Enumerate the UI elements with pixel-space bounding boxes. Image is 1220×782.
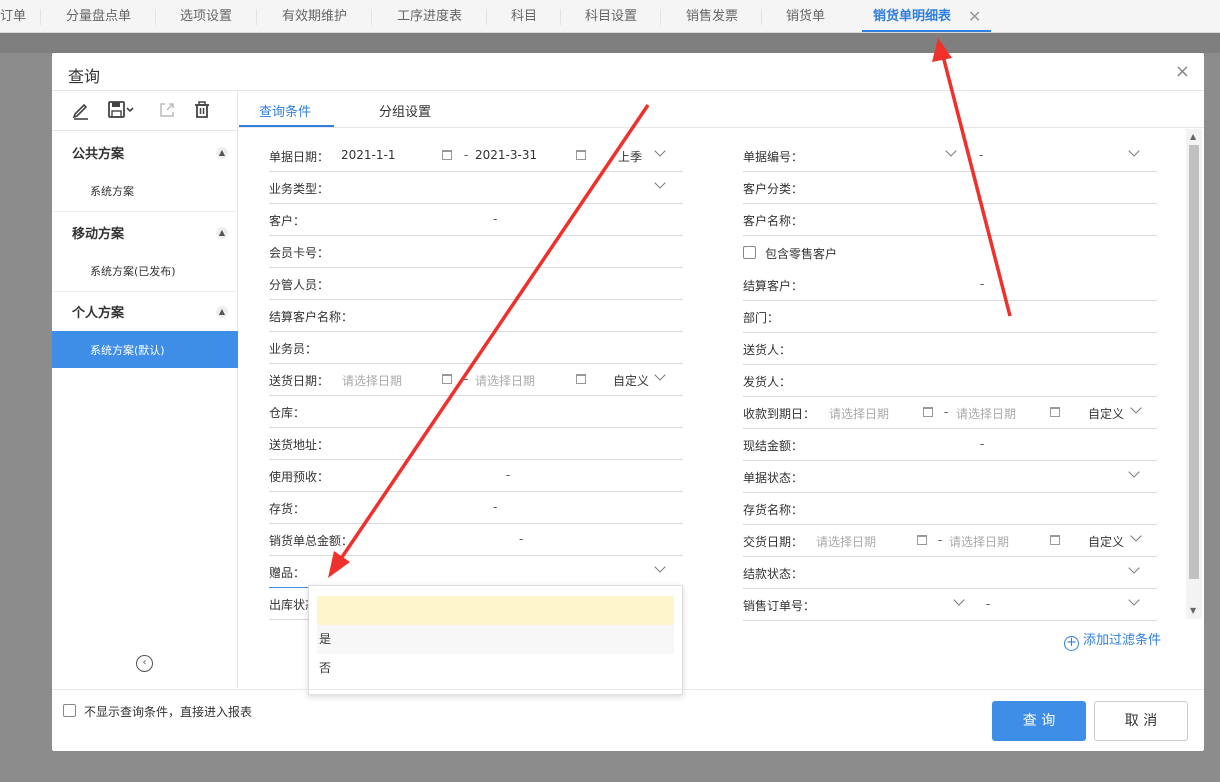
- annotation-arrow: [940, 51, 1012, 317]
- annotation-arrow: [334, 104, 650, 567]
- annotation-arrows: [328, 38, 1012, 578]
- annotation-arrowhead: [932, 38, 952, 62]
- annotation-arrowhead: [328, 551, 350, 578]
